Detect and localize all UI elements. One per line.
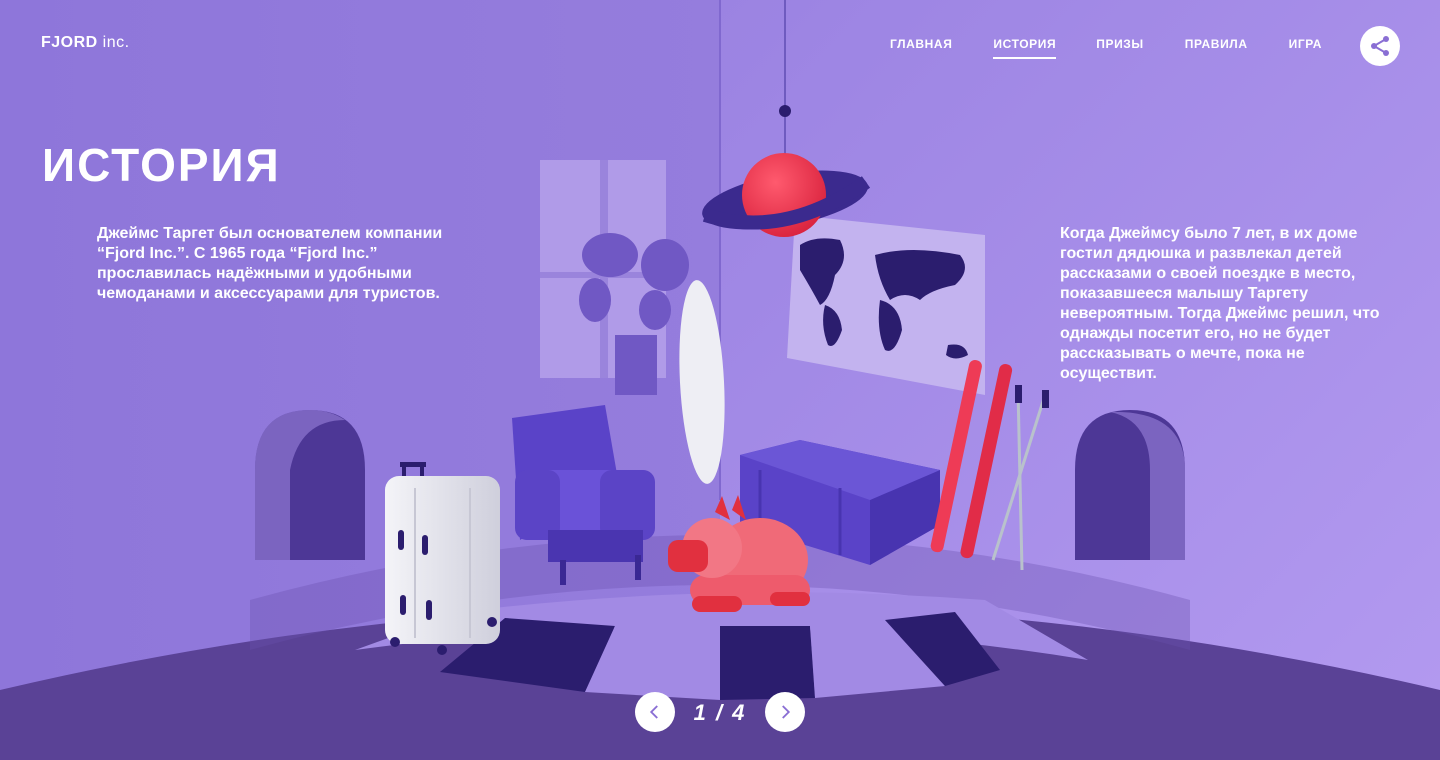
suitcase [385,462,500,655]
brand-name: FJORD [41,34,98,51]
history-page: FJORD inc. ГЛАВНАЯ ИСТОРИЯ ПРИЗЫ ПРАВИЛА… [0,0,1440,760]
nav-item-rules[interactable]: ПРАВИЛА [1185,37,1248,51]
pagination: 1 / 4 [635,692,805,732]
nav-item-history[interactable]: ИСТОРИЯ [993,37,1057,59]
nav-item-game[interactable]: ИГРА [1289,37,1322,51]
share-button[interactable] [1360,26,1400,66]
story-text-left: Джеймс Таргет был основателем компании “… [97,225,443,302]
page-title: ИСТОРИЯ [42,139,281,191]
nav-item-prizes[interactable]: ПРИЗЫ [1096,37,1144,51]
chevron-right-icon [782,705,791,719]
chevron-left-icon [649,705,658,719]
brand-suffix: inc. [97,34,130,51]
brand-logo[interactable]: FJORD inc. [41,34,130,52]
prev-button[interactable] [635,692,675,732]
main-nav: ГЛАВНАЯ ИСТОРИЯ ПРИЗЫ ПРАВИЛА ИГРА [890,37,1322,59]
next-button[interactable] [765,692,805,732]
page-counter: 1 / 4 [693,700,747,725]
story-text-right: Когда Джеймсу было 7 лет, в их доме гост… [1060,225,1380,382]
share-icon [1371,36,1389,56]
nav-item-home[interactable]: ГЛАВНАЯ [890,37,952,51]
